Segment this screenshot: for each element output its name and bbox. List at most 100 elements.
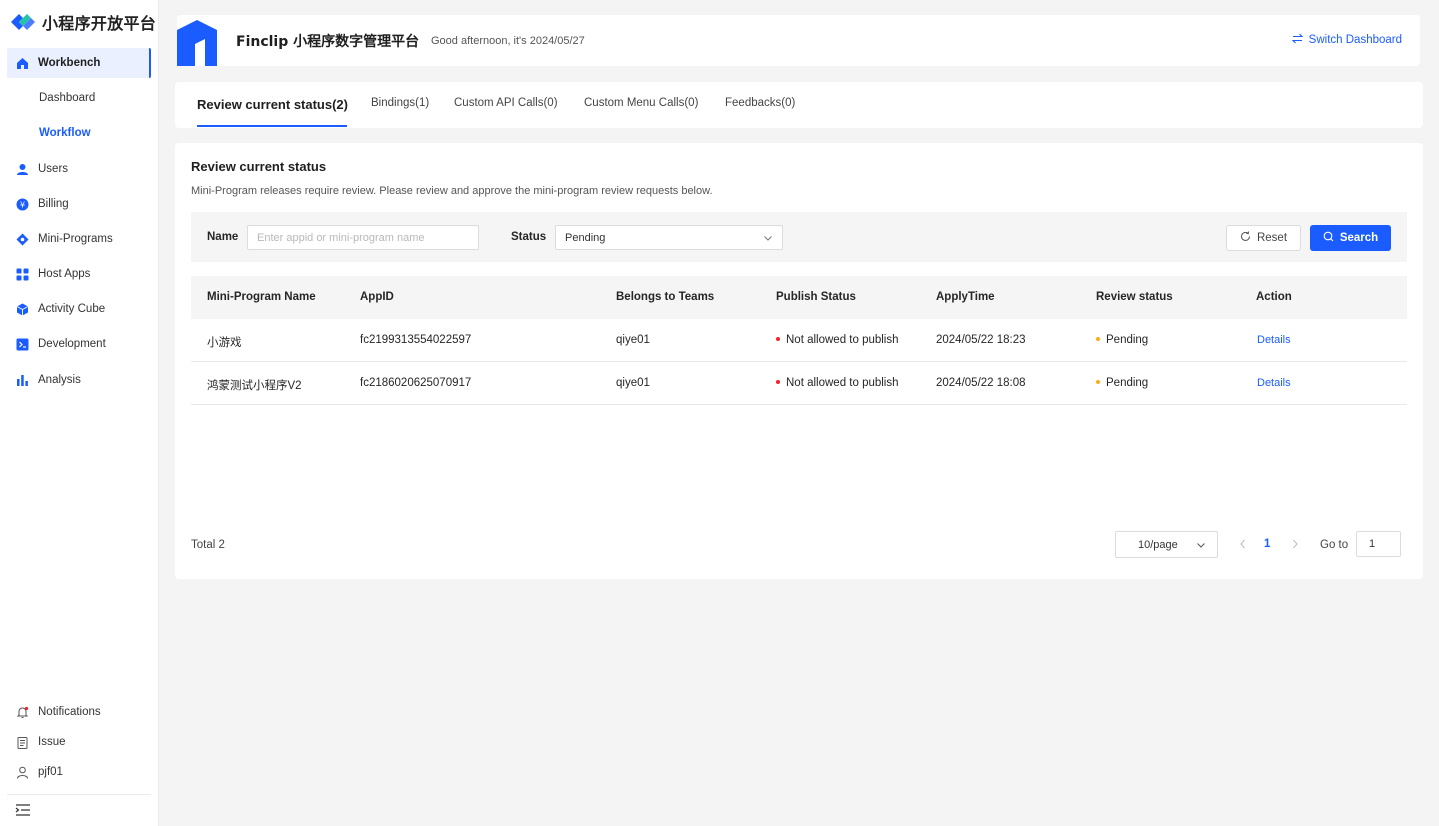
sidebar-subitem-workflow[interactable]: Workflow — [39, 127, 91, 139]
search-label: Search — [1339, 232, 1379, 244]
table-row: 小游戏 fc2199313554022597 qiye01 Not allowe… — [191, 319, 1407, 362]
publish-status-text: Not allowed to publish — [786, 334, 899, 346]
mini-programs-icon — [16, 233, 29, 246]
cell-apply-time: 2024/05/22 18:23 — [936, 334, 1026, 346]
review-status-text: Pending — [1106, 377, 1149, 389]
name-search-input[interactable]: Enter appid or mini-program name — [247, 225, 479, 250]
sidebar-item-analysis[interactable]: Analysis — [7, 365, 151, 395]
prev-page-icon[interactable] — [1238, 538, 1248, 553]
details-link[interactable]: Details — [1257, 377, 1291, 389]
sidebar-item-issue[interactable]: Issue — [7, 727, 151, 757]
section-description: Mini-Program releases require review. Pl… — [191, 185, 713, 197]
collapse-sidebar-icon[interactable] — [15, 802, 31, 818]
column-header-apply-time: ApplyTime — [936, 291, 995, 303]
status-select-value: Pending — [565, 231, 606, 244]
column-header-review-status: Review status — [1096, 291, 1173, 303]
total-count: Total 2 — [191, 539, 225, 551]
status-filter-label: Status — [511, 231, 547, 243]
user-icon — [16, 766, 29, 779]
sidebar-item-development[interactable]: Development — [7, 329, 151, 359]
sidebar-item-label: Workbench — [38, 57, 101, 69]
users-icon — [16, 163, 29, 176]
table-row: 鸿蒙测试小程序V2 fc2186020625070917 qiye01 Not … — [191, 362, 1407, 405]
review-status-text: Pending — [1106, 334, 1149, 346]
details-link[interactable]: Details — [1257, 334, 1291, 346]
cell-team: qiye01 — [616, 377, 650, 389]
sidebar-item-label: Notifications — [38, 706, 101, 718]
cell-publish-status: Not allowed to publish — [776, 377, 899, 389]
cube-icon — [16, 303, 29, 316]
cell-team: qiye01 — [616, 334, 650, 346]
sidebar-item-label: Issue — [38, 736, 66, 748]
logo-icon — [9, 12, 37, 32]
pending-status-dot — [1096, 336, 1100, 341]
app-logo[interactable]: 小程序开放平台 — [9, 11, 156, 33]
tab-bar: Review current status(2) Bindings(1) Cus… — [175, 82, 1423, 128]
page-title: Finclip 小程序数字管理平台 — [236, 34, 420, 50]
next-page-icon[interactable] — [1290, 538, 1300, 553]
sidebar-item-label: Mini-Programs — [38, 233, 113, 245]
tab-review-current-status[interactable]: Review current status(2) — [197, 97, 348, 112]
tab-bindings[interactable]: Bindings(1) — [371, 97, 429, 109]
sidebar-item-mini-programs[interactable]: Mini-Programs — [7, 224, 151, 254]
greeting-text: Good afternoon, it's 2024/05/27 — [431, 35, 585, 47]
sidebar-item-label: Development — [38, 338, 106, 350]
sidebar-item-user-profile[interactable]: pjf01 — [7, 757, 151, 787]
tab-custom-api-calls[interactable]: Custom API Calls(0) — [454, 97, 558, 109]
table-header: Mini-Program Name AppID Belongs to Teams… — [191, 276, 1407, 319]
error-status-dot — [776, 336, 780, 341]
swap-icon — [1291, 33, 1303, 47]
sidebar-subitem-dashboard[interactable]: Dashboard — [39, 92, 95, 104]
cell-mini-program-name: 鸿蒙测试小程序V2 — [207, 380, 302, 392]
billing-icon: ¥ — [16, 198, 29, 211]
terminal-icon — [16, 338, 29, 351]
status-select[interactable]: Pending — [555, 225, 783, 250]
sidebar-item-label: Activity Cube — [38, 303, 106, 315]
cell-review-status: Pending — [1096, 334, 1148, 346]
sidebar-item-activity-cube[interactable]: Activity Cube — [7, 294, 151, 324]
cell-review-status: Pending — [1096, 377, 1148, 389]
column-header-action: Action — [1256, 291, 1292, 303]
sidebar-item-label: Billing — [38, 198, 69, 210]
sidebar-item-billing[interactable]: ¥ Billing — [7, 189, 151, 219]
name-filter-label: Name — [207, 231, 239, 243]
sidebar-item-workbench[interactable]: Workbench — [7, 48, 151, 78]
sidebar-item-users[interactable]: Users — [7, 154, 151, 184]
sidebar-item-label: Analysis — [38, 374, 81, 386]
page-size-value: 10/page — [1138, 538, 1178, 551]
page-size-select[interactable]: 10/page — [1115, 531, 1218, 558]
host-apps-icon — [16, 268, 29, 281]
column-header-name: Mini-Program Name — [207, 291, 316, 303]
search-icon — [1323, 231, 1334, 245]
switch-dashboard-button[interactable]: Switch Dashboard — [1291, 33, 1402, 47]
filter-bar: Name Enter appid or mini-program name St… — [191, 212, 1407, 262]
page-number-current[interactable]: 1 — [1264, 538, 1270, 550]
pending-status-dot — [1096, 379, 1100, 384]
finclip-logo-icon — [177, 20, 219, 66]
sidebar-item-label: Host Apps — [38, 268, 91, 280]
bar-chart-icon — [16, 374, 29, 387]
tab-feedbacks[interactable]: Feedbacks(0) — [725, 97, 795, 109]
cell-mini-program-name: 小游戏 — [207, 337, 242, 349]
cell-publish-status: Not allowed to publish — [776, 334, 899, 346]
chevron-down-icon — [1196, 540, 1206, 553]
logo-text: 小程序开放平台 — [42, 14, 157, 33]
search-button[interactable]: Search — [1310, 225, 1391, 251]
cell-appid: fc2199313554022597 — [360, 334, 472, 346]
section-title: Review current status — [191, 159, 327, 174]
active-tab-indicator — [197, 125, 347, 127]
sidebar: 小程序开放平台 Workbench Dashboard Workflow Use… — [0, 0, 159, 826]
column-header-appid: AppID — [360, 291, 394, 303]
clipboard-icon — [16, 736, 29, 749]
header-bar: Finclip 小程序数字管理平台 Good afternoon, it's 2… — [177, 15, 1420, 66]
reset-button[interactable]: Reset — [1226, 225, 1301, 251]
goto-page-input[interactable]: 1 — [1356, 531, 1401, 557]
publish-status-text: Not allowed to publish — [786, 377, 899, 389]
error-status-dot — [776, 379, 780, 384]
cell-apply-time: 2024/05/22 18:08 — [936, 377, 1026, 389]
sidebar-item-label: Users — [38, 163, 69, 175]
tab-custom-menu-calls[interactable]: Custom Menu Calls(0) — [584, 97, 698, 109]
cell-appid: fc2186020625070917 — [360, 377, 472, 389]
sidebar-item-notifications[interactable]: Notifications — [7, 697, 151, 727]
sidebar-item-host-apps[interactable]: Host Apps — [7, 259, 151, 289]
